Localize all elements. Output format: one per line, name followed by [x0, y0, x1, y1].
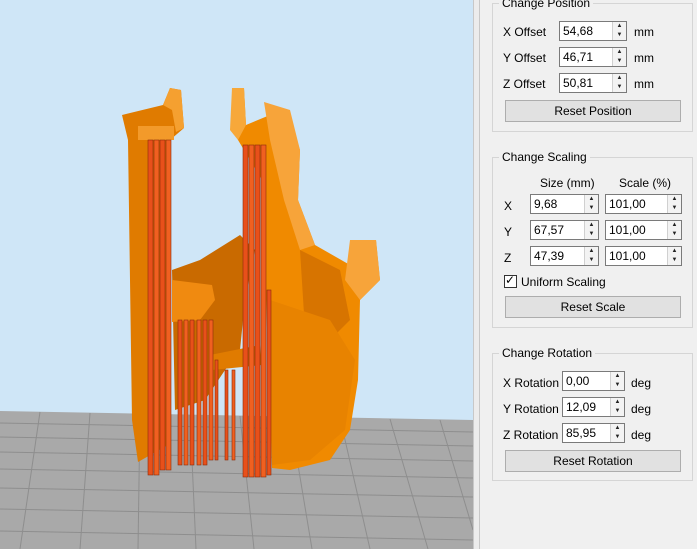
transform-panel: Change Position X Offset ▲▼ mm Y Offset …: [480, 0, 697, 549]
rotation-group-title: Change Rotation: [499, 346, 596, 360]
scene-render: [0, 88, 473, 549]
x-offset-label: X Offset: [503, 25, 547, 39]
x-offset-input[interactable]: [560, 22, 614, 40]
x-rotation-input[interactable]: [563, 372, 612, 390]
reset-rotation-button[interactable]: Reset Rotation: [505, 450, 681, 472]
spin-down-icon[interactable]: ▼: [668, 230, 681, 239]
x-rotation-label: X Rotation: [503, 376, 560, 390]
z-offset-unit: mm: [634, 77, 654, 91]
spin-down-icon[interactable]: ▼: [613, 31, 626, 40]
z-rotation-unit: deg: [631, 428, 652, 442]
print-bed: [0, 411, 473, 549]
y-offset-spinbox[interactable]: ▲▼: [559, 47, 627, 67]
z-rotation-label: Z Rotation: [503, 428, 559, 442]
y-rotation-spinbox[interactable]: ▲▼: [562, 397, 625, 417]
spin-down-icon[interactable]: ▼: [585, 230, 598, 239]
size-z-input[interactable]: [531, 247, 586, 265]
scale-x-label: X: [504, 199, 513, 213]
y-rotation-input[interactable]: [563, 398, 612, 416]
size-z-spinbox[interactable]: ▲▼: [530, 246, 599, 266]
uniform-scaling-checkbox[interactable]: ✓: [504, 273, 517, 288]
size-y-input[interactable]: [531, 221, 586, 239]
uniform-scaling-label[interactable]: Uniform Scaling: [521, 275, 606, 289]
x-rotation-unit: deg: [631, 376, 652, 390]
size-x-input[interactable]: [531, 195, 586, 213]
scale-x-spinbox[interactable]: ▲▼: [605, 194, 682, 214]
size-column-header: Size (mm): [540, 176, 595, 190]
scale-x-input[interactable]: [606, 195, 669, 213]
y-offset-label: Y Offset: [503, 51, 546, 65]
3d-viewport[interactable]: [0, 0, 473, 549]
spin-down-icon[interactable]: ▼: [611, 407, 624, 416]
spin-down-icon[interactable]: ▼: [613, 83, 626, 92]
reset-scale-button[interactable]: Reset Scale: [505, 296, 681, 318]
spin-down-icon[interactable]: ▼: [611, 433, 624, 442]
panel-splitter[interactable]: [473, 0, 480, 549]
scaling-group-title: Change Scaling: [499, 150, 590, 164]
spin-down-icon[interactable]: ▼: [668, 256, 681, 265]
z-offset-input[interactable]: [560, 74, 614, 92]
scale-y-input[interactable]: [606, 221, 669, 239]
spin-down-icon[interactable]: ▼: [613, 57, 626, 66]
spin-down-icon[interactable]: ▼: [611, 381, 624, 390]
spin-down-icon[interactable]: ▼: [668, 204, 681, 213]
reset-position-button[interactable]: Reset Position: [505, 100, 681, 122]
spin-down-icon[interactable]: ▼: [585, 204, 598, 213]
scale-y-label: Y: [504, 225, 513, 239]
y-rotation-label: Y Rotation: [503, 402, 559, 416]
scale-z-label: Z: [504, 251, 512, 265]
z-rotation-spinbox[interactable]: ▲▼: [562, 423, 625, 443]
x-offset-unit: mm: [634, 25, 654, 39]
spin-down-icon[interactable]: ▼: [585, 256, 598, 265]
size-x-spinbox[interactable]: ▲▼: [530, 194, 599, 214]
y-offset-unit: mm: [634, 51, 654, 65]
position-group-title: Change Position: [499, 0, 594, 10]
y-offset-input[interactable]: [560, 48, 614, 66]
scale-z-spinbox[interactable]: ▲▼: [605, 246, 682, 266]
scale-column-header: Scale (%): [619, 176, 672, 190]
scale-z-input[interactable]: [606, 247, 669, 265]
z-offset-label: Z Offset: [503, 77, 546, 91]
x-offset-spinbox[interactable]: ▲▼: [559, 21, 627, 41]
y-rotation-unit: deg: [631, 402, 652, 416]
z-offset-spinbox[interactable]: ▲▼: [559, 73, 627, 93]
checkmark-icon: ✓: [505, 273, 516, 287]
scale-y-spinbox[interactable]: ▲▼: [605, 220, 682, 240]
x-rotation-spinbox[interactable]: ▲▼: [562, 371, 625, 391]
size-y-spinbox[interactable]: ▲▼: [530, 220, 599, 240]
z-rotation-input[interactable]: [563, 424, 612, 442]
